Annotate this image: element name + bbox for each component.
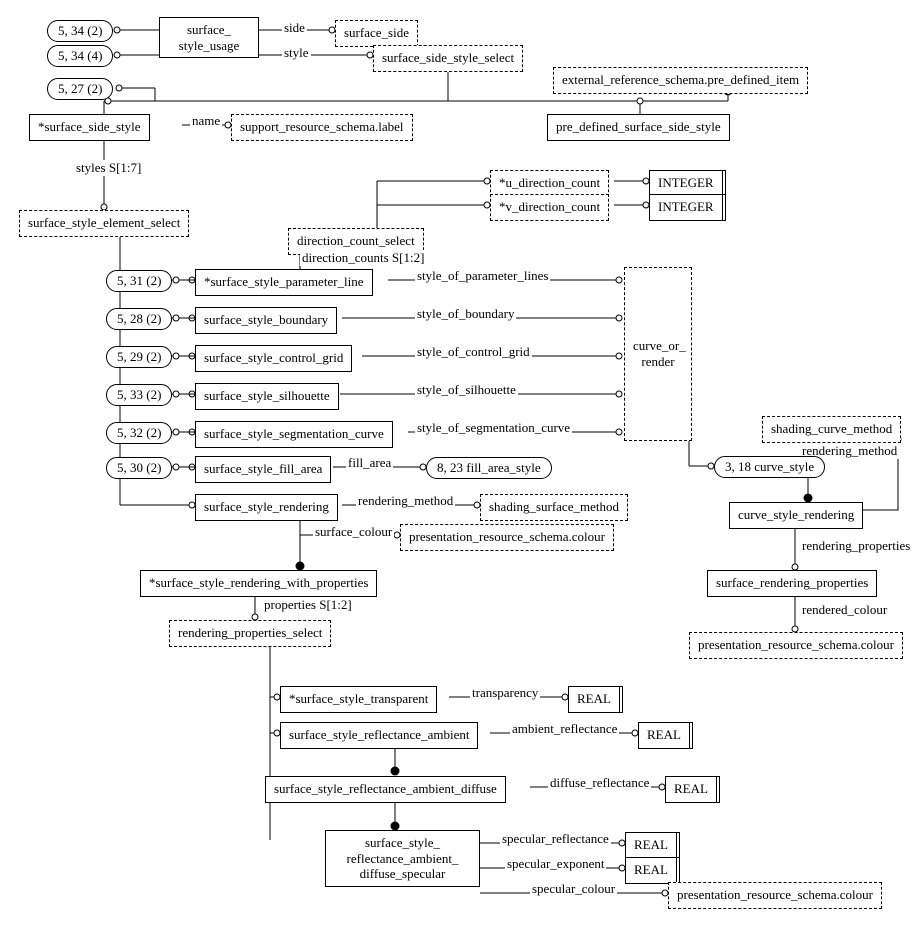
- type-real-4: REAL: [625, 832, 677, 859]
- entity-surface-style-reflectance-ambient: surface_style_reflectance_ambient: [280, 722, 478, 749]
- ref-5-34-4: 5, 34 (4): [47, 45, 113, 67]
- attr-style-of-parameter-lines: style_of_parameter_lines: [415, 268, 550, 284]
- attr-direction-counts: direction_counts S[1:2]: [300, 250, 426, 266]
- ref-5-30-2: 5, 30 (2): [106, 457, 172, 479]
- attr-style-of-boundary: style_of_boundary: [415, 306, 516, 322]
- entity-surface-rendering-properties: surface_rendering_properties: [707, 570, 877, 597]
- entity-surface-style-reflectance-ambient-diffuse: surface_style_reflectance_ambient_diffus…: [265, 776, 506, 803]
- type-real-5: REAL: [625, 857, 677, 884]
- attr-properties: properties S[1:2]: [262, 597, 354, 613]
- attr-rendering-properties: rendering_properties: [800, 538, 912, 554]
- attr-style-of-silhouette: style_of_silhouette: [415, 382, 518, 398]
- ref-5-29-2: 5, 29 (2): [106, 346, 172, 368]
- type-v-direction-count: *v_direction_count: [490, 194, 609, 221]
- ref-5-32-2: 5, 32 (2): [106, 422, 172, 444]
- ref-5-27-2: 5, 27 (2): [47, 78, 113, 100]
- entity-surface-style-reflectance-ambient-diffuse-specular: surface_style_ reflectance_ambient_ diff…: [325, 830, 480, 887]
- entity-surface-style-fill-area: surface_style_fill_area: [195, 456, 331, 483]
- ref-5-33-2: 5, 33 (2): [106, 384, 172, 406]
- type-real-3: REAL: [665, 776, 717, 803]
- ref-5-31-2: 5, 31 (2): [106, 270, 172, 292]
- type-real-1: REAL: [568, 686, 620, 713]
- attr-side: side: [282, 20, 307, 36]
- attr-name: name: [190, 113, 222, 129]
- entity-surface-style-rendering-with-properties: *surface_style_rendering_with_properties: [140, 570, 377, 597]
- type-integer-v: INTEGER: [649, 194, 723, 221]
- type-real-2: REAL: [638, 722, 690, 749]
- type-support-resource-label: support_resource_schema.label: [231, 114, 413, 141]
- type-shading-surface-method: shading_surface_method: [480, 494, 628, 521]
- entity-surface-style-parameter-line: *surface_style_parameter_line: [195, 269, 373, 296]
- type-presentation-resource-colour-2: presentation_resource_schema.colour: [689, 632, 903, 659]
- type-surface-style-element-select: surface_style_element_select: [19, 210, 189, 237]
- type-curve-or-render: curve_or_ render: [624, 267, 692, 441]
- attr-specular-colour: specular_colour: [530, 881, 617, 897]
- ref-8-23-fill-area-style: 8, 23 fill_area_style: [426, 457, 552, 479]
- entity-surface-style-boundary: surface_style_boundary: [195, 307, 337, 334]
- type-shading-curve-method: shading_curve_method: [762, 416, 901, 443]
- type-external-ref-pre-defined-item: external_reference_schema.pre_defined_it…: [553, 67, 808, 94]
- ref-3-18-curve-style: 3, 18 curve_style: [714, 456, 825, 478]
- attr-specular-reflectance: specular_reflectance: [500, 831, 611, 847]
- entity-surface-style-usage: surface_ style_usage: [159, 17, 259, 58]
- attr-transparency: transparency: [470, 685, 540, 701]
- attr-specular-exponent: specular_exponent: [505, 856, 606, 872]
- entity-surface-style-rendering: surface_style_rendering: [195, 494, 338, 521]
- type-surface-side-style-select: surface_side_style_select: [373, 45, 523, 72]
- attr-style: style: [282, 45, 311, 61]
- entity-surface-style-silhouette: surface_style_silhouette: [195, 383, 339, 410]
- type-surface-side: surface_side: [335, 20, 418, 47]
- attr-style-of-control-grid: style_of_control_grid: [415, 344, 532, 360]
- ref-5-34-2: 5, 34 (2): [47, 20, 113, 42]
- type-integer-u: INTEGER: [649, 170, 723, 197]
- attr-rendered-colour: rendered_colour: [800, 602, 889, 618]
- ref-5-28-2: 5, 28 (2): [106, 308, 172, 330]
- entity-surface-side-style: *surface_side_style: [29, 114, 150, 141]
- type-rendering-properties-select: rendering_properties_select: [169, 620, 331, 647]
- type-presentation-resource-colour-3: presentation_resource_schema.colour: [668, 882, 882, 909]
- entity-pre-defined-surface-side-style: pre_defined_surface_side_style: [547, 114, 730, 141]
- type-presentation-resource-colour-1: presentation_resource_schema.colour: [400, 524, 614, 551]
- attr-rendering-method: rendering_method: [356, 493, 455, 509]
- entity-curve-style-rendering: curve_style_rendering: [729, 502, 863, 529]
- attr-style-of-segmentation-curve: style_of_segmentation_curve: [415, 420, 572, 436]
- attr-surface-colour: surface_colour: [313, 524, 394, 540]
- entity-surface-style-segmentation-curve: surface_style_segmentation_curve: [195, 421, 393, 448]
- type-u-direction-count: *u_direction_count: [490, 170, 609, 197]
- attr-styles: styles S[1:7]: [74, 160, 143, 176]
- attr-ambient-reflectance: ambient_reflectance: [510, 721, 619, 737]
- attr-fill-area: fill_area: [346, 455, 393, 471]
- attr-diffuse-reflectance: diffuse_reflectance: [548, 775, 651, 791]
- entity-surface-style-control-grid: surface_style_control_grid: [195, 345, 352, 372]
- entity-surface-style-transparent: *surface_style_transparent: [280, 686, 437, 713]
